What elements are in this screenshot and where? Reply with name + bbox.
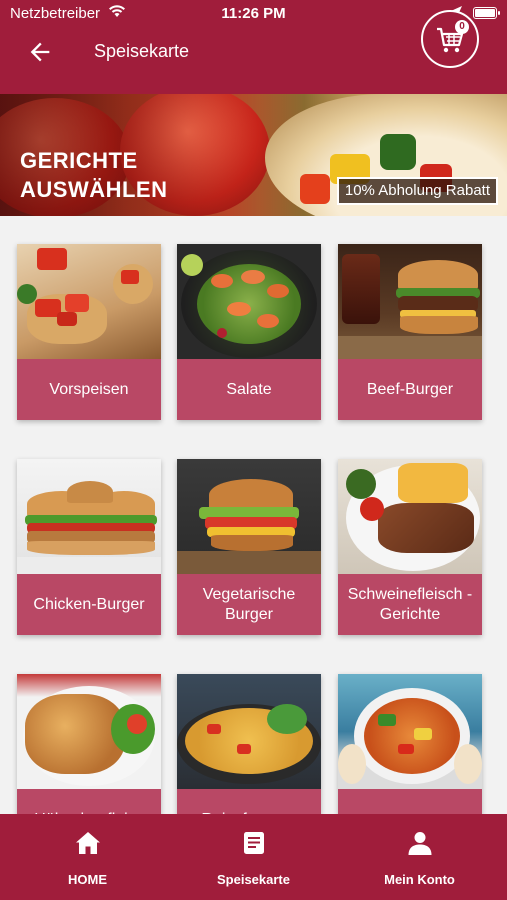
- bottom-navigation: HOME Speisekarte Mein Konto: [0, 814, 507, 900]
- vegetable-piece: [300, 174, 330, 204]
- nav-item-home[interactable]: HOME: [3, 814, 172, 900]
- category-card-reispfannen[interactable]: Reispfannen-: [177, 674, 321, 814]
- category-card-vegetarische-burger[interactable]: Vegetarische Burger: [177, 459, 321, 635]
- hero-headline: GERICHTE AUSWÄHLEN: [20, 148, 168, 202]
- category-card-beef-burger[interactable]: Beef-Burger: [338, 244, 482, 420]
- menu-book-icon: [244, 832, 264, 854]
- category-label: [338, 789, 482, 814]
- nav-label: Mein Konto: [384, 872, 455, 887]
- category-label: Vorspeisen: [17, 359, 161, 420]
- category-label: Beef-Burger: [338, 359, 482, 420]
- beef-burger-photo: [338, 244, 482, 359]
- bruschetta-photo: [17, 244, 161, 359]
- veggie-burger-photo: [177, 459, 321, 574]
- category-card-pasta[interactable]: [338, 674, 482, 814]
- hero-banner: GERICHTE AUSWÄHLEN 10% Abholung Rabatt: [0, 94, 507, 216]
- home-icon: [76, 832, 100, 854]
- category-grid: Vorspeisen Salate Beef-Burger Chicken-Bu…: [0, 216, 507, 814]
- category-card-haehnchenfleisch[interactable]: Hähnchenfleisc: [17, 674, 161, 814]
- chicken-burger-photo: [17, 459, 161, 574]
- category-card-salate[interactable]: Salate: [177, 244, 321, 420]
- pork-steak-photo: [338, 459, 482, 574]
- nav-item-mein-konto[interactable]: Mein Konto: [335, 814, 504, 900]
- category-label: Hähnchenfleisc: [17, 789, 161, 814]
- shrimp-salad-photo: [177, 244, 321, 359]
- grilled-chicken-photo: [17, 674, 161, 789]
- category-label: Salate: [177, 359, 321, 420]
- category-label: Vegetarische Burger: [177, 574, 321, 635]
- category-label: Reispfannen-: [177, 789, 321, 814]
- category-card-vorspeisen[interactable]: Vorspeisen: [17, 244, 161, 420]
- nav-label: Speisekarte: [217, 872, 290, 887]
- person-icon: [408, 832, 432, 855]
- nav-item-speisekarte[interactable]: Speisekarte: [169, 814, 338, 900]
- rice-pan-photo: [177, 674, 321, 789]
- category-card-chicken-burger[interactable]: Chicken-Burger: [17, 459, 161, 635]
- cart-button[interactable]: 0: [421, 10, 479, 68]
- noodle-dish-photo: [338, 674, 482, 789]
- cart-count-badge: 0: [455, 20, 469, 34]
- category-label: Chicken-Burger: [17, 574, 161, 635]
- category-label: Schweinefleisch -Gerichte: [338, 574, 482, 635]
- page-title: Speisekarte: [94, 41, 190, 61]
- vegetable-piece: [380, 134, 416, 170]
- nav-label: HOME: [68, 872, 107, 887]
- category-card-schweinefleisch[interactable]: Schweinefleisch -Gerichte: [338, 459, 482, 635]
- pickup-discount-badge: 10% Abholung Rabatt: [336, 177, 498, 205]
- battery-icon: [473, 7, 500, 19]
- back-arrow-icon[interactable]: [26, 38, 54, 66]
